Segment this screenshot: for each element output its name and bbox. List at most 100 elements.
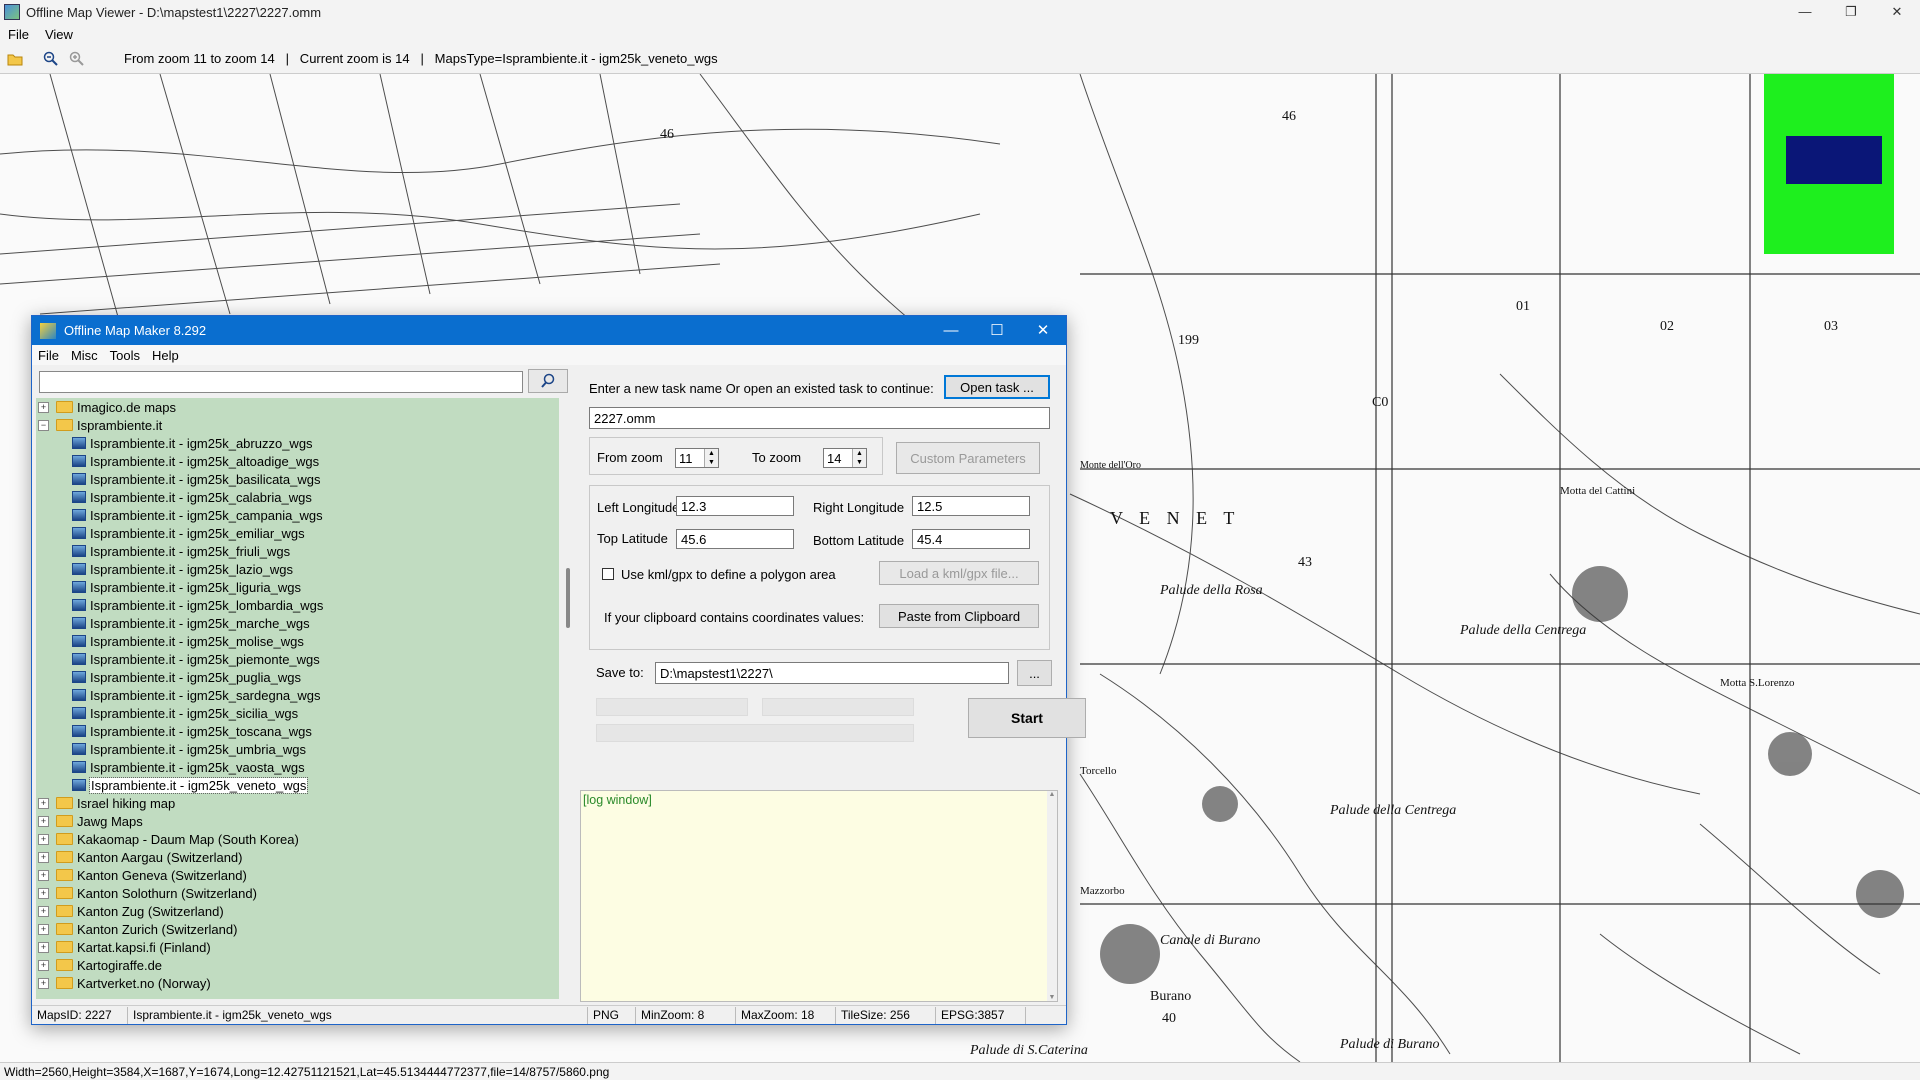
expand-icon[interactable]: + xyxy=(38,797,49,809)
tree-map-item[interactable]: Isprambiente.it - igm25k_altoadige_wgs xyxy=(36,452,559,470)
spin-arrows-icon[interactable]: ▲ ▼ xyxy=(852,449,866,467)
tree-map-item[interactable]: Isprambiente.it - igm25k_friuli_wgs xyxy=(36,542,559,560)
tree-scrollbar[interactable] xyxy=(563,398,573,999)
tree-map-item[interactable]: Isprambiente.it - igm25k_toscana_wgs xyxy=(36,722,559,740)
status-max-zoom: MaxZoom: 18 xyxy=(736,1006,836,1024)
tree-folder[interactable]: + Kartat.kapsi.fi (Finland) xyxy=(36,938,559,956)
zoom-out-icon[interactable] xyxy=(40,48,62,70)
search-button[interactable] xyxy=(528,369,568,393)
tree-folder[interactable]: + Israel hiking map xyxy=(36,794,559,812)
log-window[interactable]: [log window] ▲ ▼ xyxy=(580,790,1058,1002)
tree-folder[interactable]: + Kakaomap - Daum Map (South Korea) xyxy=(36,830,559,848)
expand-icon[interactable]: + xyxy=(38,851,49,863)
tree-map-item[interactable]: Isprambiente.it - igm25k_umbria_wgs xyxy=(36,740,559,758)
task-name-field[interactable]: 2227.omm xyxy=(589,407,1050,429)
bottom-latitude-field[interactable]: 45.4 xyxy=(912,529,1030,549)
zoom-in-icon[interactable] xyxy=(66,48,88,70)
from-zoom-stepper[interactable]: 11 ▲ ▼ xyxy=(675,448,719,468)
right-longitude-field[interactable]: 12.5 xyxy=(912,496,1030,516)
tree-folder[interactable]: + Kanton Aargau (Switzerland) xyxy=(36,848,559,866)
tree-item-label: Isprambiente.it - igm25k_molise_wgs xyxy=(90,633,304,649)
omm-app-icon xyxy=(40,322,56,339)
to-zoom-stepper[interactable]: 14 ▲ ▼ xyxy=(823,448,867,468)
expand-icon[interactable]: + xyxy=(38,401,49,413)
close-icon[interactable]: ✕ xyxy=(1020,316,1066,345)
menu-tools[interactable]: Tools xyxy=(104,348,146,363)
omm-titlebar[interactable]: Offline Map Maker 8.292 — ☐ ✕ xyxy=(32,316,1066,345)
minimize-icon[interactable]: — xyxy=(1782,0,1828,24)
tree-map-item[interactable]: Isprambiente.it - igm25k_marche_wgs xyxy=(36,614,559,632)
tree-map-item[interactable]: Isprambiente.it - igm25k_sardegna_wgs xyxy=(36,686,559,704)
tree-folder[interactable]: + Kanton Solothurn (Switzerland) xyxy=(36,884,559,902)
expand-icon[interactable]: + xyxy=(38,941,49,953)
tree-folder[interactable]: − Isprambiente.it xyxy=(36,416,559,434)
left-longitude-field[interactable]: 12.3 xyxy=(676,496,794,516)
tree-folder[interactable]: + Kanton Geneva (Switzerland) xyxy=(36,866,559,884)
overview-minimap[interactable] xyxy=(1764,74,1894,254)
offline-map-maker-window: Offline Map Maker 8.292 — ☐ ✕ File Misc … xyxy=(31,315,1086,1025)
log-scrollbar[interactable]: ▲ ▼ xyxy=(1047,791,1057,1001)
tree-map-item[interactable]: Isprambiente.it - igm25k_veneto_wgs xyxy=(36,776,559,794)
restore-icon[interactable]: ❐ xyxy=(1828,0,1874,24)
tree-map-item[interactable]: Isprambiente.it - igm25k_calabria_wgs xyxy=(36,488,559,506)
menu-help[interactable]: Help xyxy=(146,348,185,363)
collapse-icon[interactable]: − xyxy=(38,419,49,431)
folder-icon xyxy=(56,851,73,863)
expand-icon[interactable]: + xyxy=(38,905,49,917)
tree-folder[interactable]: + Kartogiraffe.de xyxy=(36,956,559,974)
save-to-field[interactable]: D:\mapstest1\2227\ xyxy=(655,662,1009,684)
menu-file[interactable]: File xyxy=(32,348,65,363)
tree-map-item[interactable]: Isprambiente.it - igm25k_molise_wgs xyxy=(36,632,559,650)
map-icon xyxy=(72,491,86,503)
maps-tree[interactable]: + Imagico.de maps − Isprambiente.it Isprambi… xyxy=(36,398,559,999)
paste-clipboard-button[interactable]: Paste from Clipboard xyxy=(879,604,1039,628)
tree-map-item[interactable]: Isprambiente.it - igm25k_campania_wgs xyxy=(36,506,559,524)
open-task-button[interactable]: Open task ... xyxy=(944,375,1050,399)
tree-folder[interactable]: + Imagico.de maps xyxy=(36,398,559,416)
tree-map-item[interactable]: Isprambiente.it - igm25k_basilicata_wgs xyxy=(36,470,559,488)
tree-map-item[interactable]: Isprambiente.it - igm25k_lazio_wgs xyxy=(36,560,559,578)
tree-map-item[interactable]: Isprambiente.it - igm25k_puglia_wgs xyxy=(36,668,559,686)
close-icon[interactable]: ✕ xyxy=(1874,0,1920,24)
kml-checkbox[interactable] xyxy=(602,568,614,580)
search-input[interactable] xyxy=(39,371,523,393)
map-icon xyxy=(72,761,86,773)
tree-map-item[interactable]: Isprambiente.it - igm25k_vaosta_wgs xyxy=(36,758,559,776)
expand-icon[interactable]: + xyxy=(38,887,49,899)
minimize-icon[interactable]: — xyxy=(928,316,974,345)
tree-map-item[interactable]: Isprambiente.it - igm25k_abruzzo_wgs xyxy=(36,434,559,452)
menu-misc[interactable]: Misc xyxy=(65,348,104,363)
expand-icon[interactable]: + xyxy=(38,869,49,881)
map-label: 43 xyxy=(1298,555,1312,570)
tree-map-item[interactable]: Isprambiente.it - igm25k_lombardia_wgs xyxy=(36,596,559,614)
menu-view[interactable]: View xyxy=(37,27,81,42)
browse-button[interactable]: ... xyxy=(1017,660,1052,686)
custom-parameters-button[interactable]: Custom Parameters xyxy=(896,442,1040,474)
tree-folder[interactable]: + Jawg Maps xyxy=(36,812,559,830)
progress-bar xyxy=(762,698,914,716)
tree-folder[interactable]: + Kartverket.no (Norway) xyxy=(36,974,559,992)
tree-map-item[interactable]: Isprambiente.it - igm25k_liguria_wgs xyxy=(36,578,559,596)
open-folder-icon[interactable] xyxy=(4,48,26,70)
start-button[interactable]: Start xyxy=(968,698,1086,738)
tree-map-item[interactable]: Isprambiente.it - igm25k_sicilia_wgs xyxy=(36,704,559,722)
expand-icon[interactable]: + xyxy=(38,959,49,971)
scrollbar-thumb[interactable] xyxy=(566,568,570,628)
tree-item-label: Isprambiente.it - igm25k_toscana_wgs xyxy=(90,723,312,739)
tree-item-label: Isprambiente.it - igm25k_calabria_wgs xyxy=(90,489,312,505)
status-maps-id: MapsID: 2227 xyxy=(32,1006,128,1024)
tree-map-item[interactable]: Isprambiente.it - igm25k_piemonte_wgs xyxy=(36,650,559,668)
load-kml-button[interactable]: Load a kml/gpx file... xyxy=(879,561,1039,585)
viewport-indicator[interactable] xyxy=(1786,136,1882,184)
expand-icon[interactable]: + xyxy=(38,815,49,827)
tree-folder[interactable]: + Kanton Zug (Switzerland) xyxy=(36,902,559,920)
top-latitude-field[interactable]: 45.6 xyxy=(676,529,794,549)
tree-folder[interactable]: + Kanton Zurich (Switzerland) xyxy=(36,920,559,938)
tree-map-item[interactable]: Isprambiente.it - igm25k_emiliar_wgs xyxy=(36,524,559,542)
expand-icon[interactable]: + xyxy=(38,977,49,989)
expand-icon[interactable]: + xyxy=(38,923,49,935)
maximize-icon[interactable]: ☐ xyxy=(974,316,1020,345)
spin-arrows-icon[interactable]: ▲ ▼ xyxy=(704,449,718,467)
expand-icon[interactable]: + xyxy=(38,833,49,845)
menu-file[interactable]: File xyxy=(0,27,37,42)
